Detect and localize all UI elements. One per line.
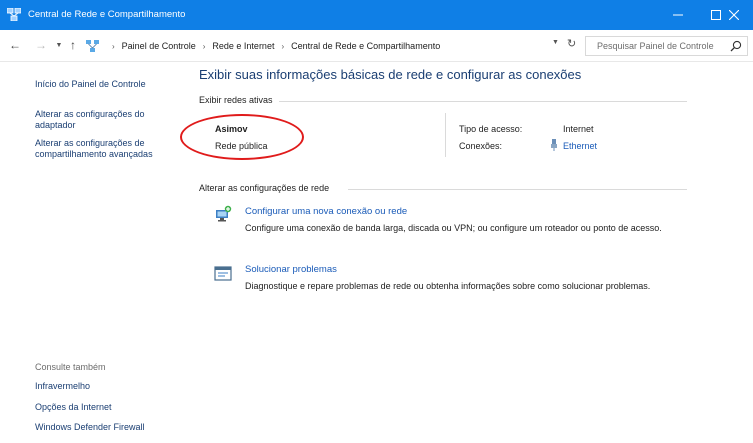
control-panel-home-link[interactable]: Início do Painel de Controle [35, 79, 146, 90]
recent-locations-icon[interactable]: ▼ [52, 39, 66, 53]
minimize-button[interactable] [659, 0, 697, 30]
close-icon [729, 10, 739, 20]
connections-label: Conexões: [459, 141, 503, 151]
minimize-icon [673, 14, 683, 16]
ethernet-connection-link[interactable]: Ethernet [563, 141, 597, 151]
divider [279, 101, 687, 102]
control-panel-icon [86, 40, 99, 52]
breadcrumb-item[interactable]: Central de Rede e Compartilhamento [291, 41, 440, 51]
advanced-sharing-settings-link[interactable]: Alterar as configurações de compartilham… [35, 138, 175, 160]
change-adapter-settings-link[interactable]: Alterar as configurações do adaptador [35, 109, 175, 131]
breadcrumb-item[interactable]: Painel de Controle [122, 41, 196, 51]
see-also-label: Consulte também [35, 362, 106, 372]
active-networks-header: Exibir redes ativas [199, 95, 273, 105]
page-title: Exibir suas informações básicas de rede … [199, 67, 582, 82]
network-center-icon [7, 8, 21, 21]
chevron-right-icon: › [202, 41, 206, 51]
troubleshoot-link[interactable]: Solucionar problemas [245, 264, 337, 275]
close-button[interactable] [715, 0, 753, 30]
chevron-right-icon: › [112, 41, 115, 51]
address-dropdown-icon[interactable]: ▼ [552, 39, 559, 46]
title-bar: Central de Rede e Compartilhamento [0, 0, 753, 30]
window-title: Central de Rede e Compartilhamento [28, 9, 186, 20]
setup-new-connection-description: Configure uma conexão de banda larga, di… [245, 223, 662, 233]
access-type-value: Internet [563, 124, 594, 134]
change-settings-header: Alterar as configurações de rede [199, 183, 330, 193]
new-connection-icon [216, 205, 232, 222]
breadcrumb-item[interactable]: Rede e Internet [212, 41, 274, 51]
search-icon[interactable] [730, 40, 742, 52]
divider [348, 189, 687, 190]
ethernet-icon [551, 139, 557, 151]
chevron-right-icon: › [281, 41, 285, 51]
breadcrumb[interactable]: › Painel de Controle › Rede e Internet ›… [86, 38, 582, 54]
divider [445, 113, 446, 157]
defender-firewall-link[interactable]: Windows Defender Firewall [35, 422, 145, 433]
search-box[interactable] [585, 36, 748, 56]
back-arrow-icon[interactable]: ← [8, 38, 22, 52]
refresh-icon[interactable]: ↻ [567, 37, 576, 50]
troubleshoot-description: Diagnostique e repare problemas de rede … [245, 281, 651, 291]
up-arrow-icon[interactable]: ↑ [66, 38, 80, 52]
setup-new-connection-link[interactable]: Configurar uma nova conexão ou rede [245, 206, 407, 217]
left-pane: Início do Painel de Controle Alterar as … [0, 62, 176, 443]
forward-arrow-icon[interactable]: → [34, 38, 48, 52]
address-bar: ← → ▼ ↑ › Painel de Controle › Rede e In… [0, 30, 753, 62]
infrared-link[interactable]: Infravermelho [35, 381, 90, 392]
access-type-label: Tipo de acesso: [459, 124, 523, 134]
internet-options-link[interactable]: Opções da Internet [35, 402, 112, 413]
highlight-ellipse [180, 114, 304, 160]
troubleshoot-icon [214, 266, 232, 281]
search-input[interactable] [586, 37, 726, 55]
